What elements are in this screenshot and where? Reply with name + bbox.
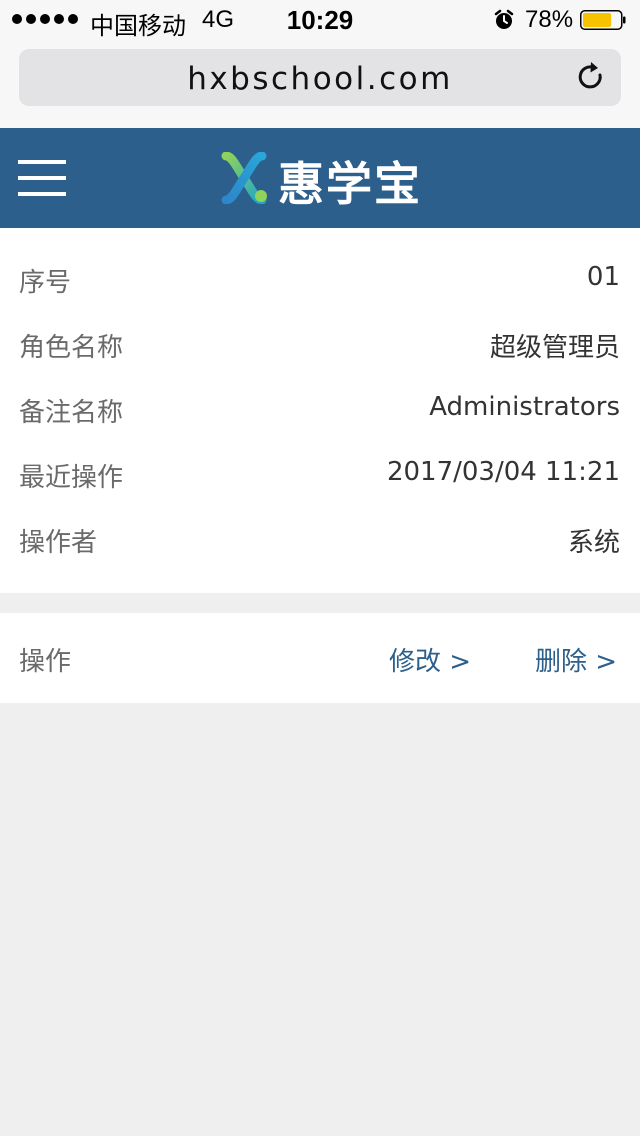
alarm-clock-icon (494, 9, 514, 29)
browser-bar: hxbschool.com (0, 40, 640, 128)
battery-percentage: 78% (525, 6, 574, 33)
address-bar[interactable]: hxbschool.com (19, 49, 621, 106)
edit-link[interactable]: 修改 > (389, 641, 471, 678)
row-value: 系统 (567, 528, 620, 558)
url-text[interactable]: hxbschool.com (19, 61, 621, 97)
row-label: 操作者 (19, 528, 98, 558)
app-header: 惠学宝 (0, 128, 640, 228)
row-value: 超级管理员 (489, 333, 620, 363)
row-label: 序号 (19, 268, 72, 298)
detail-row-operator: 操作者 系统 (0, 508, 640, 573)
reload-icon[interactable] (575, 61, 607, 93)
delete-link[interactable]: 删除 > (535, 641, 617, 678)
status-bar: 中国移动 4G 10:29 78% (0, 0, 640, 40)
row-value: Administrators (429, 392, 620, 422)
battery-icon (580, 10, 626, 30)
actions-label: 操作 (19, 647, 72, 677)
detail-row-last-operation: 最近操作 2017/03/04 11:21 (0, 443, 640, 508)
role-details-card: 序号 01 角色名称 超级管理员 备注名称 Administrators 最近操… (0, 228, 640, 593)
detail-row-serial: 序号 01 (0, 248, 640, 313)
logo-text: 惠学宝 (278, 157, 422, 211)
menu-icon[interactable] (18, 158, 66, 198)
row-value: 2017/03/04 11:21 (386, 457, 620, 487)
row-label: 备注名称 (19, 398, 124, 428)
row-label: 角色名称 (19, 333, 124, 363)
detail-row-role-name: 角色名称 超级管理员 (0, 313, 640, 378)
logo-icon (221, 152, 267, 204)
row-label: 最近操作 (19, 463, 124, 493)
detail-row-remark-name: 备注名称 Administrators (0, 378, 640, 443)
row-value: 01 (586, 262, 620, 292)
actions-bar: 操作 修改 > 删除 > (0, 613, 640, 703)
